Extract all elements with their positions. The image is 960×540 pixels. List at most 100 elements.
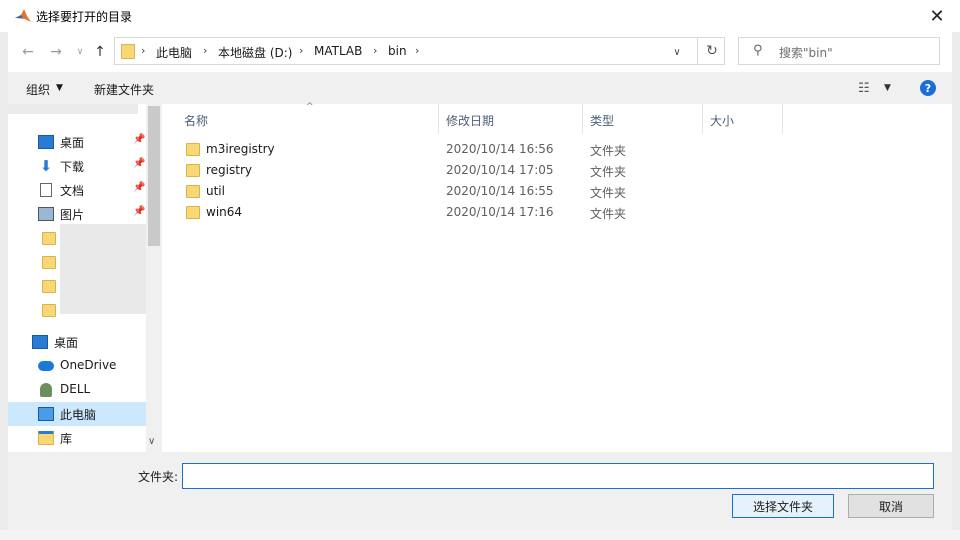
file-type: 文件夹: [590, 207, 627, 221]
sidebar-item-desktop-root[interactable]: 桌面: [8, 330, 148, 354]
pin-icon[interactable]: 📌: [133, 134, 145, 145]
file-name: win64: [206, 205, 243, 219]
sidebar-item-label: 桌面: [54, 336, 79, 350]
cancel-button[interactable]: 取消: [848, 494, 934, 518]
sidebar-item-label: 库: [60, 432, 73, 446]
column-divider[interactable]: [582, 104, 583, 134]
column-divider[interactable]: [702, 104, 703, 134]
navigation-pane: 桌面 📌 ⬇ 下载 📌 文档 📌 图片 📌 桌面 OneDrive DELL 此…: [8, 104, 162, 452]
forward-button[interactable]: →: [44, 40, 68, 64]
table-row[interactable]: m3iregistry 2020/10/14 16:56 文件夹: [178, 140, 778, 160]
close-button[interactable]: ✕: [914, 0, 960, 32]
pin-icon[interactable]: 📌: [133, 158, 145, 169]
command-bar: 组织 ▼ 新建文件夹 ☷ ▼ ?: [8, 72, 952, 104]
matlab-icon: [15, 9, 31, 22]
file-modified: 2020/10/14 17:16: [446, 205, 554, 219]
folder-icon: [42, 304, 56, 317]
column-header-size[interactable]: 大小: [710, 112, 734, 129]
sidebar-item-label: 图片: [60, 208, 85, 222]
breadcrumb-separator[interactable]: ›: [373, 44, 377, 57]
column-header-modified[interactable]: 修改日期: [446, 112, 494, 129]
refresh-button[interactable]: ↻: [697, 38, 726, 64]
sidebar-item-label: OneDrive: [60, 358, 117, 372]
help-icon[interactable]: ?: [920, 80, 936, 96]
table-row[interactable]: util 2020/10/14 16:55 文件夹: [178, 182, 778, 202]
navigation-scrollbar[interactable]: ∨: [146, 104, 162, 452]
back-button[interactable]: ←: [16, 40, 40, 64]
computer-icon: [38, 407, 54, 421]
folder-field-label: 文件夹:: [138, 470, 179, 484]
table-row[interactable]: win64 2020/10/14 17:16 文件夹: [178, 203, 778, 223]
column-header-name[interactable]: 名称: [184, 112, 208, 129]
breadcrumb-bin[interactable]: bin: [388, 44, 407, 58]
title-bar: 选择要打开的目录 ✕: [0, 0, 960, 32]
sidebar-item-documents[interactable]: 文档 📌: [8, 178, 148, 202]
scroll-down-icon[interactable]: ∨: [148, 436, 155, 447]
sidebar-item-onedrive[interactable]: OneDrive: [8, 354, 148, 378]
breadcrumb-drive-d[interactable]: 本地磁盘 (D:): [218, 44, 292, 61]
obscured-region: [8, 104, 138, 114]
folder-icon: [121, 44, 135, 59]
file-modified: 2020/10/14 16:56: [446, 142, 554, 156]
sidebar-item-dell[interactable]: DELL: [8, 378, 148, 402]
background-window-strip: [0, 530, 960, 540]
desktop-icon: [38, 135, 54, 149]
column-divider[interactable]: [782, 104, 783, 134]
select-folder-button[interactable]: 选择文件夹: [732, 494, 834, 518]
desktop-icon: [32, 335, 48, 349]
onedrive-icon: [38, 361, 54, 371]
folder-icon: [42, 280, 56, 293]
window-frame-right: [952, 32, 960, 530]
search-placeholder[interactable]: 搜索"bin": [779, 44, 833, 61]
folder-icon: [186, 206, 200, 219]
file-type: 文件夹: [590, 165, 627, 179]
scrollbar-thumb[interactable]: [148, 106, 160, 246]
chevron-down-icon[interactable]: ▼: [884, 83, 891, 93]
dialog-footer: 文件夹: 选择文件夹 取消: [8, 452, 952, 530]
sidebar-item-libraries[interactable]: 库: [8, 426, 148, 450]
address-dropdown-button[interactable]: ∨: [668, 43, 686, 61]
window-title: 选择要打开的目录: [36, 10, 133, 24]
file-list: ^ 名称 修改日期 类型 大小 m3iregistry 2020/10/14 1…: [162, 102, 952, 452]
folder-icon: [42, 232, 56, 245]
folder-icon: [186, 143, 200, 156]
window-frame-left: [0, 32, 8, 530]
user-icon: [40, 383, 52, 397]
sidebar-item-label: DELL: [60, 382, 91, 396]
address-bar[interactable]: › 此电脑 › 本地磁盘 (D:) › MATLAB › bin › ∨ ↻: [114, 37, 725, 65]
pin-icon[interactable]: 📌: [133, 182, 145, 193]
library-icon: [38, 431, 54, 445]
up-button[interactable]: ↑: [88, 40, 112, 64]
new-folder-button[interactable]: 新建文件夹: [94, 81, 154, 98]
sidebar-item-desktop[interactable]: 桌面 📌: [8, 130, 148, 154]
column-header-type[interactable]: 类型: [590, 112, 614, 129]
file-name: util: [206, 184, 225, 198]
breadcrumb-separator[interactable]: ›: [299, 44, 303, 57]
file-modified: 2020/10/14 16:55: [446, 184, 554, 198]
file-modified: 2020/10/14 17:05: [446, 163, 554, 177]
breadcrumb-separator[interactable]: ›: [203, 44, 207, 57]
breadcrumb-matlab[interactable]: MATLAB: [314, 44, 362, 58]
chevron-down-icon[interactable]: ▼: [56, 83, 63, 93]
breadcrumb-separator[interactable]: ›: [141, 44, 145, 57]
sidebar-item-downloads[interactable]: ⬇ 下载 📌: [8, 154, 148, 178]
file-name: m3iregistry: [206, 142, 275, 156]
pin-icon[interactable]: 📌: [133, 206, 145, 217]
folder-icon: [186, 164, 200, 177]
organize-button[interactable]: 组织: [26, 81, 50, 98]
breadcrumb-this-pc[interactable]: 此电脑: [156, 44, 192, 61]
table-row[interactable]: registry 2020/10/14 17:05 文件夹: [178, 161, 778, 181]
search-box[interactable]: ⚲ 搜索"bin": [738, 37, 940, 65]
view-options-icon[interactable]: ☷: [858, 81, 870, 96]
sort-ascending-icon: ^: [306, 102, 314, 112]
sidebar-item-label: 桌面: [60, 136, 85, 150]
folder-icon: [42, 256, 56, 269]
file-name: registry: [206, 163, 252, 177]
column-divider[interactable]: [438, 104, 439, 134]
sidebar-item-pictures[interactable]: 图片 📌: [8, 202, 148, 226]
picture-icon: [38, 207, 54, 221]
breadcrumb-separator[interactable]: ›: [415, 44, 419, 57]
folder-input[interactable]: [182, 463, 934, 489]
sidebar-item-label: 此电脑: [60, 408, 97, 422]
sidebar-item-this-pc[interactable]: 此电脑: [8, 402, 148, 426]
